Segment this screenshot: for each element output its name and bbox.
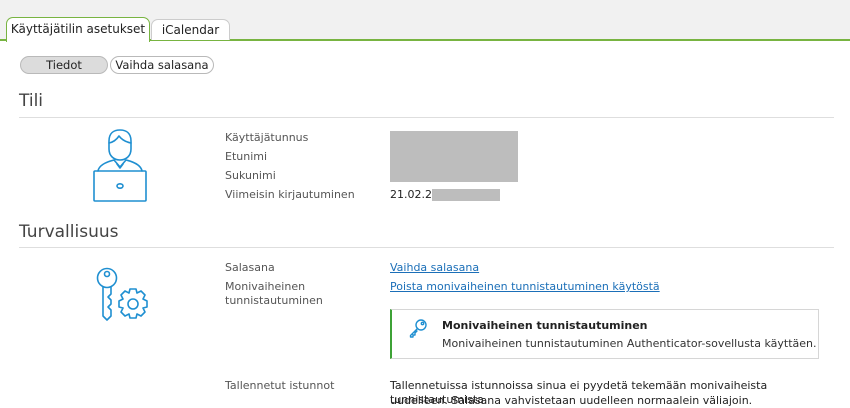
divider	[19, 247, 834, 248]
key-icon	[409, 319, 427, 338]
redacted-block	[390, 131, 518, 182]
section-title-tili: Tili	[19, 91, 44, 111]
mfa-info-box: Monivaiheinen tunnistautuminen Monivaihe…	[390, 309, 819, 359]
poista-mfa-link[interactable]: Poista monivaiheinen tunnistautuminen kä…	[390, 280, 660, 294]
salasana-label: Salasana	[225, 261, 275, 274]
redacted-block	[432, 189, 500, 201]
vaihda-salasana-button[interactable]: Vaihda salasana	[110, 56, 214, 74]
tab-icalendar[interactable]: iCalendar	[151, 19, 230, 40]
info-text: Monivaiheinen tunnistautuminen Authentic…	[442, 337, 817, 350]
monivaiheinen-label: Monivaiheinen tunnistautuminen	[225, 280, 323, 307]
keys-settings-icon	[96, 267, 148, 321]
viimeisin-kirjautuminen-label: Viimeisin kirjautuminen	[225, 188, 355, 201]
divider	[19, 117, 834, 118]
tab-kayttajatilin-asetukset[interactable]: Käyttäjätilin asetukset	[6, 17, 150, 42]
vaihda-salasana-link[interactable]: Vaihda salasana	[390, 261, 479, 275]
sukunimi-label: Sukunimi	[225, 169, 276, 182]
kayttajatunnus-label: Käyttäjätunnus	[225, 131, 309, 144]
tiedot-button[interactable]: Tiedot	[20, 56, 108, 74]
user-laptop-icon	[93, 129, 147, 202]
info-title: Monivaiheinen tunnistautuminen	[442, 319, 648, 332]
sessions-text-line-2: uudelleen. Salasana vahvistetaan uudelle…	[390, 394, 753, 407]
etunimi-label: Etunimi	[225, 150, 268, 163]
tallennetut-istunnot-label: Tallennetut istunnot	[225, 379, 335, 392]
section-title-turvallisuus: Turvallisuus	[19, 222, 119, 242]
